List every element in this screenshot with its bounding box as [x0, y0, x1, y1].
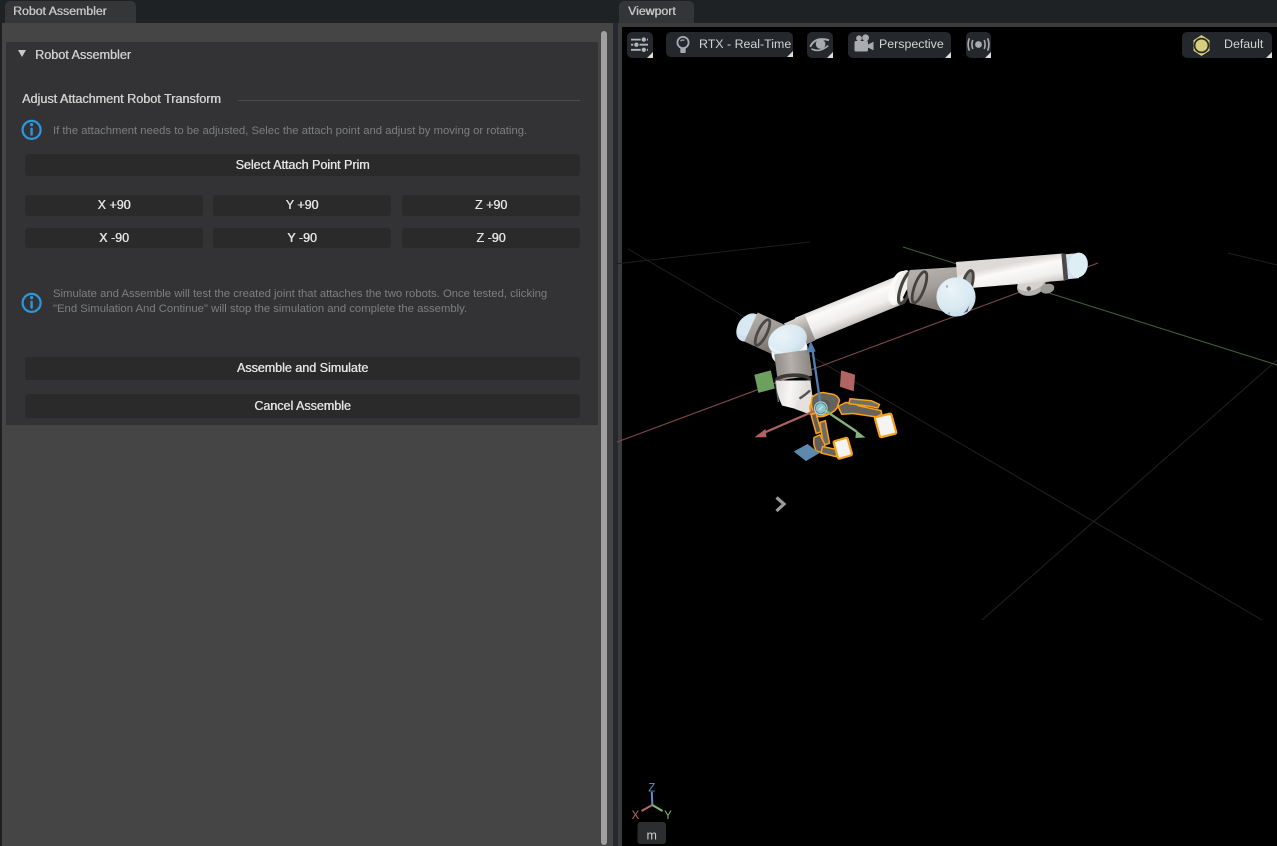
svg-text:m: m: [646, 829, 656, 843]
svg-text:Y: Y: [664, 810, 672, 822]
svg-text:X: X: [632, 810, 640, 822]
svg-text:Z: Z: [648, 783, 655, 795]
